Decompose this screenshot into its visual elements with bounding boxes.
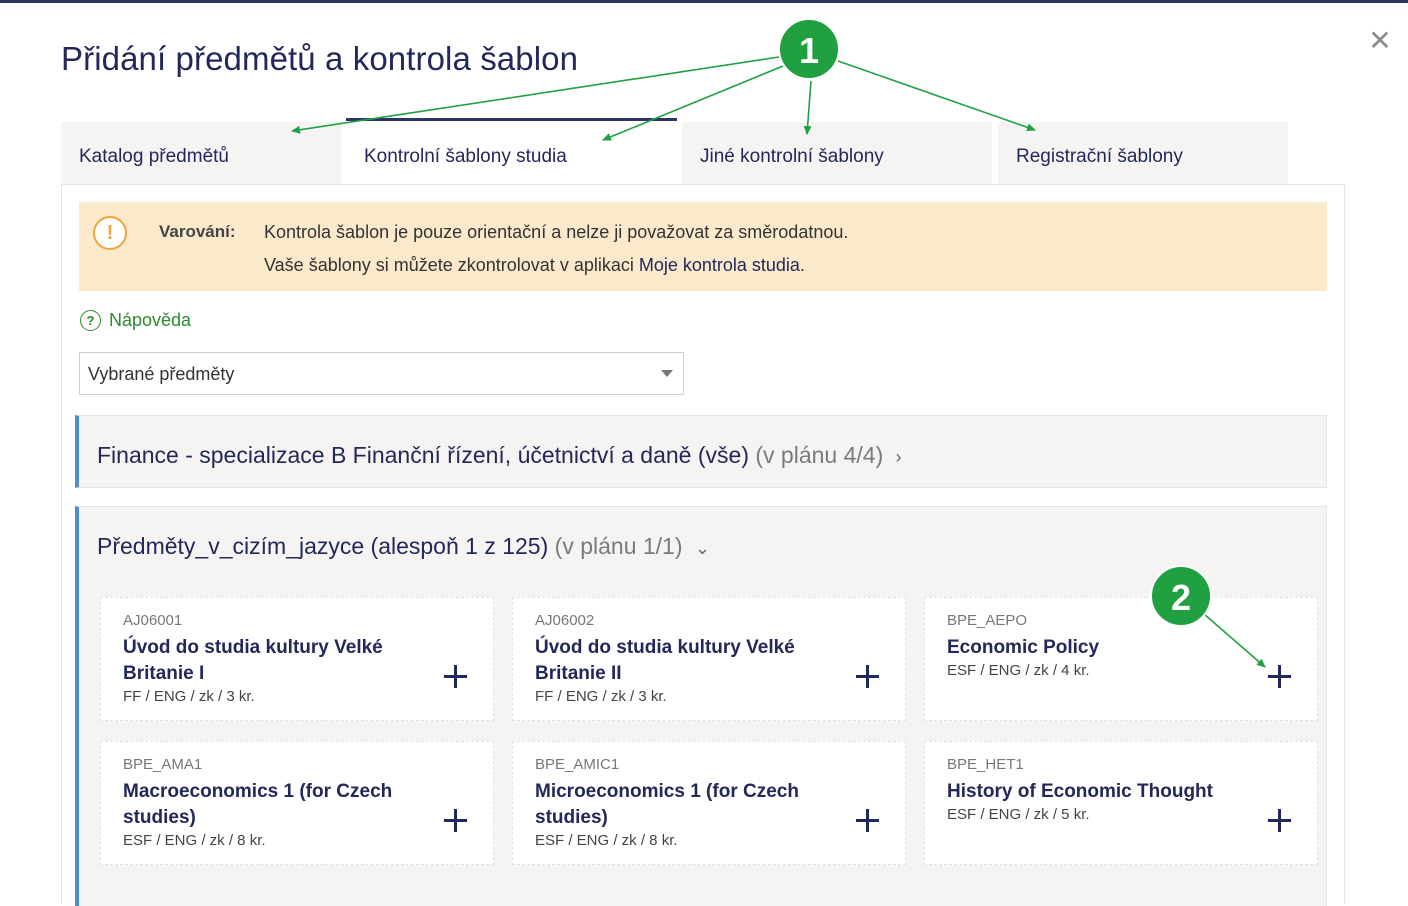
course-card: AJ06002 Úvod do studia kultury Velké Bri… xyxy=(512,597,906,721)
group-title: Předměty_v_cizím_jazyce (alespoň 1 z 125… xyxy=(97,533,549,559)
course-name[interactable]: Economic Policy xyxy=(947,635,1277,661)
course-code: AJ06002 xyxy=(535,612,595,629)
course-card: AJ06001 Úvod do studia kultury Velké Bri… xyxy=(100,597,494,721)
course-meta: ESF / ENG / zk / 8 kr. xyxy=(123,832,266,849)
template-group-finance: Finance - specializace B Finanční řízení… xyxy=(75,415,1327,488)
plus-icon[interactable] xyxy=(1267,808,1293,834)
tab-jine-kontrolni-sablony[interactable]: Jiné kontrolní šablony xyxy=(682,122,992,184)
course-card: BPE_HET1 History of Economic Thought ESF… xyxy=(924,741,1318,865)
warning-text: Kontrola šablon je pouze orientační a ne… xyxy=(264,222,849,242)
course-code: AJ06001 xyxy=(123,612,183,629)
chevron-down-icon: ⌄ xyxy=(694,538,710,558)
tab-label: Kontrolní šablony studia xyxy=(364,146,567,167)
course-name[interactable]: Úvod do studia kultury Velké Britanie I xyxy=(123,635,453,687)
help-link[interactable]: ? Nápověda xyxy=(80,310,191,331)
tab-label: Registrační šablony xyxy=(1016,146,1183,167)
course-meta: FF / ENG / zk / 3 kr. xyxy=(535,688,667,705)
group-title: Finance - specializace B Finanční řízení… xyxy=(97,442,749,468)
tab-bar: Katalog předmětů Kontrolní šablony studi… xyxy=(61,118,1289,186)
course-meta: ESF / ENG / zk / 4 kr. xyxy=(947,662,1090,679)
tab-registracni-sablony[interactable]: Registrační šablony xyxy=(998,122,1288,184)
plus-icon[interactable] xyxy=(855,664,881,690)
course-name[interactable]: Úvod do studia kultury Velké Britanie II xyxy=(535,635,865,687)
plus-icon[interactable] xyxy=(443,664,469,690)
course-name[interactable]: Macroeconomics 1 (for Czech studies) xyxy=(123,779,453,831)
warning-box: ! Varování: Kontrola šablon je pouze ori… xyxy=(79,202,1327,291)
moje-kontrola-studia-link[interactable]: Moje kontrola studia xyxy=(639,255,800,275)
course-code: BPE_AMIC1 xyxy=(535,756,620,773)
plus-icon[interactable] xyxy=(443,808,469,834)
select-value: Vybrané předměty xyxy=(88,364,235,384)
plus-icon[interactable] xyxy=(1267,664,1293,690)
exclamation-icon: ! xyxy=(93,216,127,250)
course-card: BPE_AMA1 Macroeconomics 1 (for Czech stu… xyxy=(100,741,494,865)
course-card: BPE_AMIC1 Microeconomics 1 (for Czech st… xyxy=(512,741,906,865)
course-meta: ESF / ENG / zk / 8 kr. xyxy=(535,832,678,849)
warning-label: Varování: xyxy=(159,222,236,241)
group-plan-status: (v plánu 4/4) xyxy=(755,442,884,468)
course-card: BPE_AEPO Economic Policy ESF / ENG / zk … xyxy=(924,597,1318,721)
annotation-badge-2: 2 xyxy=(1150,565,1212,627)
plus-icon[interactable] xyxy=(855,808,881,834)
question-icon: ? xyxy=(80,310,101,331)
caret-down-icon xyxy=(661,370,673,377)
help-label: Nápověda xyxy=(109,310,192,330)
course-meta: FF / ENG / zk / 3 kr. xyxy=(123,688,255,705)
group-plan-status: (v plánu 1/1) xyxy=(554,533,683,559)
course-code: BPE_AMA1 xyxy=(123,756,203,773)
tab-label: Katalog předmětů xyxy=(79,146,229,167)
annotation-badge-1: 1 xyxy=(778,18,840,80)
course-code: BPE_HET1 xyxy=(947,756,1024,773)
top-rule xyxy=(0,0,1408,3)
dialog-title: Přidání předmětů a kontrola šablon xyxy=(61,40,579,77)
course-filter-select[interactable]: Vybrané předměty xyxy=(79,352,684,395)
group-header[interactable]: Finance - specializace B Finanční řízení… xyxy=(97,442,902,469)
template-group-cizi-jazyk: Předměty_v_cizím_jazyce (alespoň 1 z 125… xyxy=(75,506,1327,906)
tab-label: Jiné kontrolní šablony xyxy=(700,146,884,167)
group-header[interactable]: Předměty_v_cizím_jazyce (alespoň 1 z 125… xyxy=(97,533,710,560)
close-icon[interactable]: ✕ xyxy=(1366,27,1394,55)
tab-katalog-predmetu[interactable]: Katalog předmětů xyxy=(61,122,341,184)
tab-kontrolni-sablony-studia[interactable]: Kontrolní šablony studia xyxy=(346,118,677,186)
warning-text-2: Vaše šablony si můžete zkontrolovat v ap… xyxy=(264,255,805,276)
course-name[interactable]: History of Economic Thought xyxy=(947,779,1277,805)
warning-text-prefix: Vaše šablony si můžete zkontrolovat v ap… xyxy=(264,255,639,275)
warning-text-suffix: . xyxy=(799,255,805,275)
course-code: BPE_AEPO xyxy=(947,612,1028,629)
course-meta: ESF / ENG / zk / 5 kr. xyxy=(947,806,1090,823)
course-name[interactable]: Microeconomics 1 (for Czech studies) xyxy=(535,779,865,831)
chevron-right-icon: › xyxy=(895,447,902,467)
